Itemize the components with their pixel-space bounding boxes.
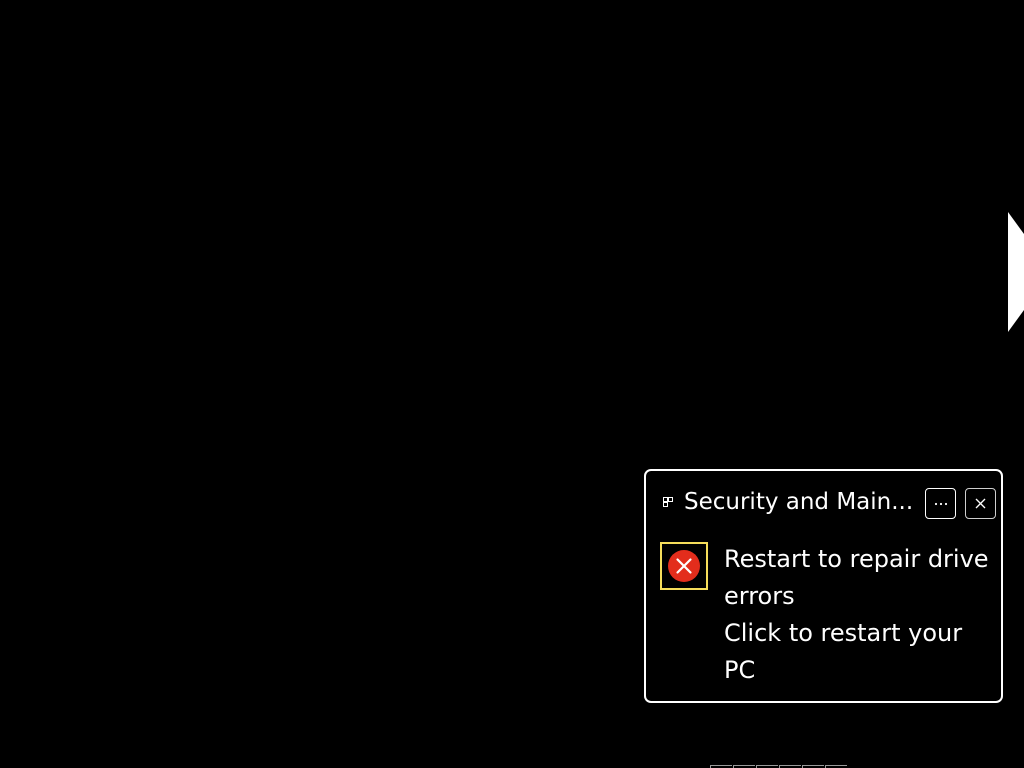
toast-notification[interactable]: Security and Main... Restart to repair d…	[644, 469, 1003, 703]
toast-body[interactable]: Restart to repair drive errors Click to …	[724, 541, 996, 689]
notification-message: Click to restart your PC	[724, 619, 963, 684]
security-maintenance-icon	[663, 497, 673, 507]
more-options-button[interactable]	[925, 488, 956, 519]
notification-title: Restart to repair drive errors	[724, 545, 989, 610]
error-circle-icon	[668, 550, 700, 582]
ellipsis-icon	[934, 502, 947, 505]
chevron-right-icon[interactable]	[1008, 212, 1024, 332]
status-icon-frame	[660, 542, 708, 590]
toast-header: Security and Main...	[646, 471, 1001, 533]
close-button[interactable]	[965, 488, 996, 519]
app-name: Security and Main...	[684, 489, 914, 515]
desktop-background: Security and Main... Restart to repair d…	[0, 0, 1024, 768]
close-icon	[975, 498, 986, 509]
